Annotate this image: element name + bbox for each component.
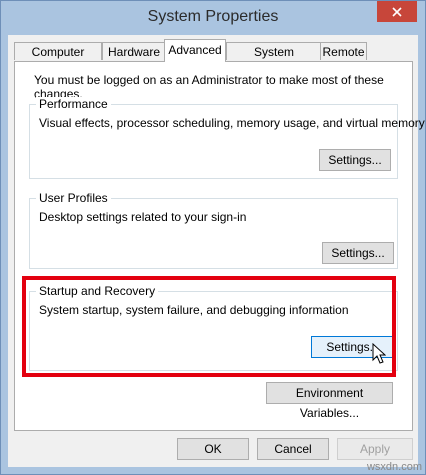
window-frame-bottom [1,467,425,474]
user-profiles-group: User Profiles Desktop settings related t… [29,191,398,269]
close-button[interactable] [377,1,417,22]
environment-variables-button[interactable]: Environment Variables... [266,382,393,420]
system-properties-window: System Properties Computer Name Hardware… [0,0,426,475]
performance-group: Performance Visual effects, processor sc… [29,97,425,179]
user-profiles-description: Desktop settings related to your sign-in [39,210,247,224]
window-title: System Properties [147,8,279,25]
user-profiles-group-title: User Profiles [36,191,111,205]
title-bar[interactable]: System Properties [1,1,425,35]
window-frame-left [1,35,8,474]
performance-settings-button[interactable]: Settings... [319,149,391,171]
mouse-cursor-icon [372,343,386,364]
watermark-text: wsxdn.com [366,461,422,473]
tab-remote[interactable]: Remote [320,42,367,60]
user-profiles-settings-button[interactable]: Settings... [322,242,394,264]
tab-system-protection[interactable]: System Protection [226,42,322,77]
performance-group-title: Performance [36,97,111,111]
ok-button[interactable]: OK [177,438,249,460]
highlight-box [22,276,396,377]
cancel-button[interactable]: Cancel [257,438,329,460]
close-icon [392,6,402,17]
performance-description: Visual effects, processor scheduling, me… [39,116,425,130]
tab-computer-name[interactable]: Computer Name [14,42,102,77]
window-frame-right [418,35,425,474]
tab-hardware[interactable]: Hardware [102,42,166,60]
tab-advanced[interactable]: Advanced [164,39,226,62]
apply-button[interactable]: Apply [337,438,413,460]
